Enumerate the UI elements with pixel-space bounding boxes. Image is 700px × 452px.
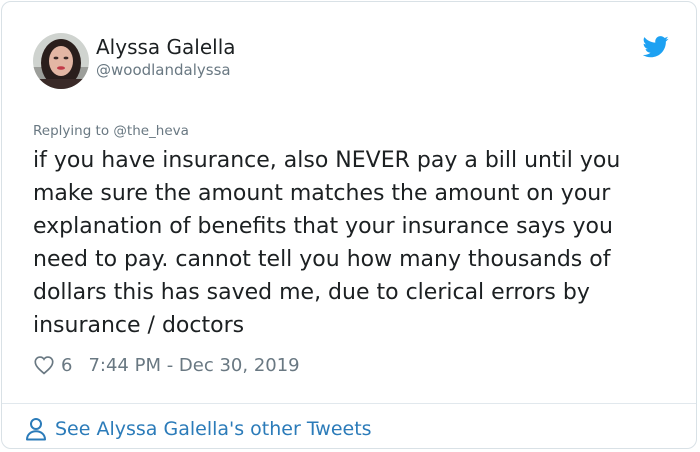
tweet-meta: 6 7:44 PM - Dec 30, 2019	[33, 352, 300, 378]
twitter-bird-icon[interactable]	[643, 36, 669, 58]
footer-divider	[2, 403, 696, 404]
heart-icon[interactable]	[33, 354, 55, 376]
tweet-text: if you have insurance, also NEVER pay a …	[33, 148, 621, 338]
replying-to: Replying to @the_heva	[33, 122, 189, 140]
author-handle[interactable]: @woodlandalyssa	[96, 60, 231, 80]
person-icon	[26, 418, 46, 441]
like-count[interactable]: 6	[61, 355, 72, 376]
author-display-name[interactable]: Alyssa Galella	[96, 35, 236, 59]
tweet-timestamp[interactable]: 7:44 PM - Dec 30, 2019	[88, 355, 299, 376]
embedded-tweet-card: Alyssa Galella @woodlandalyssa Replying …	[1, 1, 697, 449]
see-other-tweets-link[interactable]: See Alyssa Galella's other Tweets	[25, 414, 372, 444]
avatar[interactable]	[33, 33, 89, 89]
avatar-image	[33, 33, 89, 89]
see-other-tweets-label: See Alyssa Galella's other Tweets	[55, 418, 372, 440]
reply-mention-link[interactable]: @the_heva	[113, 123, 189, 139]
replying-to-prefix: Replying to	[33, 123, 114, 139]
